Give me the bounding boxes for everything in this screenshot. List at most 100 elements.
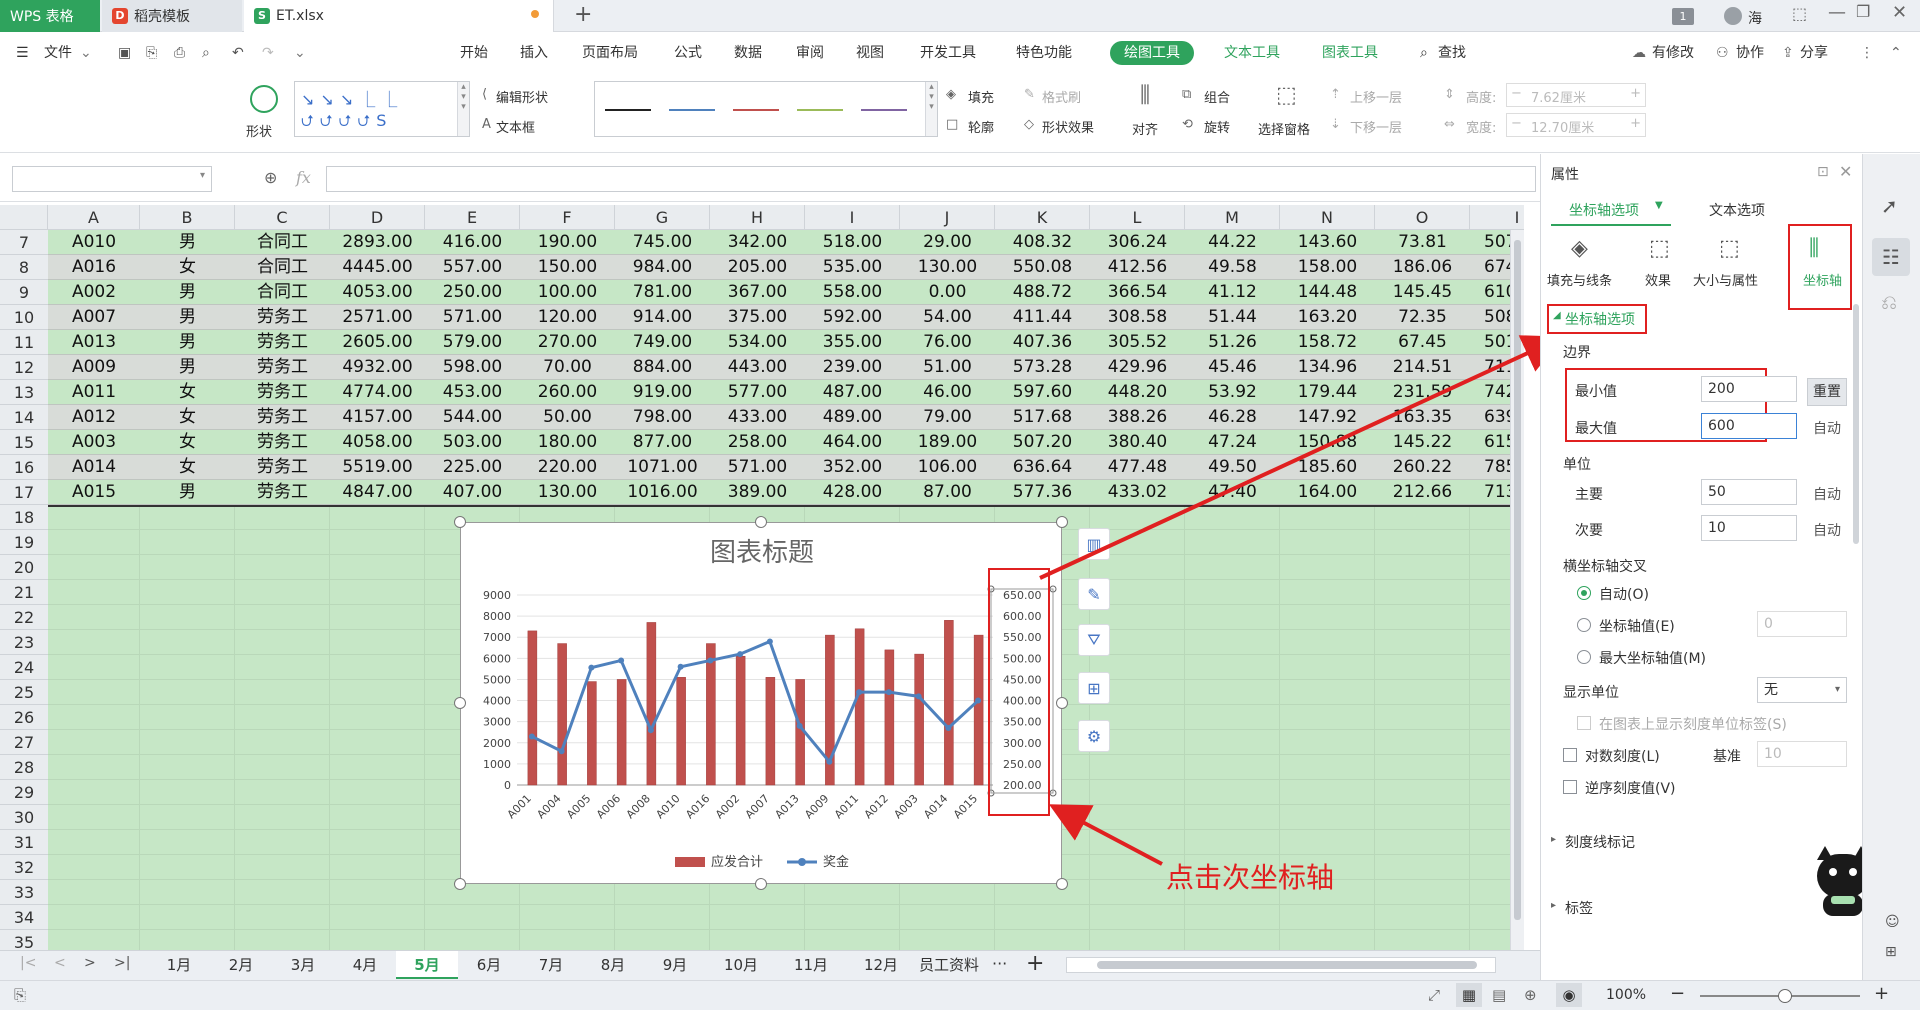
zoom-in-button[interactable]: + [1874, 983, 1889, 1004]
display-units-label: 显示单位 [1563, 685, 1619, 701]
chevron-down-icon: ▾ [1834, 684, 1840, 695]
log-scale-checkbox[interactable] [1563, 748, 1577, 762]
size-properties-icon[interactable]: ⬚ [1719, 236, 1740, 261]
sheet-tab[interactable]: 8月 [582, 951, 644, 979]
minor-auto[interactable]: 自动 [1813, 520, 1841, 540]
sheet-tab-bar: |< < > >| 1月 2月 3月 4月 5月 6月 7月 8月 9月 10月 11月 12月 员工资… [0, 950, 1540, 980]
min-input[interactable]: 200 [1701, 376, 1797, 402]
chevron-down-icon[interactable]: ▼ [1655, 200, 1663, 211]
fullscreen-icon[interactable]: ⤢ [1428, 986, 1440, 1004]
max-input[interactable]: 600 [1701, 413, 1797, 439]
eye-protection-icon[interactable]: ◉ [1556, 983, 1582, 1007]
prev-sheet-icon[interactable]: < [54, 955, 66, 971]
min-label: 最小值 [1575, 384, 1617, 400]
cross-auto-label[interactable]: 自动(O) [1599, 584, 1649, 604]
reverse-checkbox[interactable] [1563, 780, 1577, 794]
sheet-tab[interactable]: 1月 [148, 951, 210, 979]
cross-value-radio[interactable] [1577, 618, 1591, 632]
last-sheet-icon[interactable]: >| [114, 955, 130, 971]
log-scale-label[interactable]: 对数刻度(L) [1585, 746, 1660, 766]
reverse-label[interactable]: 逆序刻度值(V) [1585, 778, 1676, 798]
close-panel-icon[interactable]: ✕ [1839, 162, 1852, 181]
lock-icon[interactable]: ⊡ [1817, 164, 1829, 180]
bounds-label: 边界 [1563, 345, 1591, 361]
active-tab-underline [1551, 224, 1671, 226]
expand-icon[interactable]: ◢ [1553, 310, 1561, 321]
cross-value-label[interactable]: 坐标轴值(E) [1599, 616, 1675, 636]
properties-icon[interactable]: ☷ [1872, 238, 1910, 276]
show-units-label[interactable]: 在图表上显示刻度单位标签(S) [1599, 714, 1787, 734]
properties-panel: 属性 ⊡ ✕ 坐标轴选项 ▼ 文本选项 ◈ 填充与线条 ⬚ 效果 ⬚ 大小与属性… [1540, 154, 1869, 980]
tab-axis-options[interactable]: 坐标轴选项 [1569, 200, 1639, 220]
sheet-tab[interactable]: 员工资料 [916, 951, 982, 979]
axis-icon[interactable]: ⫼ [1809, 236, 1819, 261]
sheet-tab[interactable]: 6月 [458, 951, 520, 979]
zoom-slider-thumb[interactable] [1778, 989, 1792, 1003]
sheet-tab[interactable]: 9月 [644, 951, 706, 979]
cross-max-label[interactable]: 最大坐标轴值(M) [1599, 648, 1706, 668]
section-axis-options[interactable]: 坐标轴选项 [1565, 309, 1635, 329]
macro-icon[interactable]: ⎘ [14, 986, 26, 1004]
annotation-text: 点击次坐标轴 [1166, 861, 1335, 894]
sheet-tab[interactable]: 3月 [272, 951, 334, 979]
normal-view-icon[interactable]: ▦ [1456, 983, 1482, 1007]
tab-text-options[interactable]: 文本选项 [1709, 200, 1765, 220]
next-sheet-icon[interactable]: > [84, 955, 96, 971]
arrow-to-secondary-axis [1048, 804, 1163, 866]
display-units-select[interactable]: 无 ▾ [1757, 677, 1847, 703]
sheet-tab[interactable]: 12月 [846, 951, 916, 979]
cross-auto-radio[interactable] [1577, 586, 1591, 600]
sheet-tab[interactable]: 11月 [776, 951, 846, 979]
sheet-tab[interactable]: 4月 [334, 951, 396, 979]
reset-button[interactable]: 重置 [1807, 378, 1847, 406]
right-sidebar: ➚ ☷ ⎌ ☺ ⊞ [1862, 154, 1920, 980]
base-label: 基准 [1713, 749, 1741, 765]
horizontal-scrollbar[interactable] [1066, 957, 1496, 973]
first-sheet-icon[interactable]: |< [20, 955, 36, 971]
show-units-checkbox[interactable] [1577, 716, 1591, 730]
major-auto[interactable]: 自动 [1813, 484, 1841, 504]
apps-grid-icon[interactable]: ⊞ [1885, 944, 1897, 960]
cross-label: 横坐标轴交叉 [1563, 559, 1647, 575]
max-auto[interactable]: 自动 [1813, 418, 1841, 438]
sheet-tab[interactable]: 5月 [396, 951, 458, 979]
sheet-tab[interactable]: 2月 [210, 951, 272, 979]
cross-value-input[interactable]: 0 [1757, 611, 1847, 637]
collapse-icon[interactable]: ▸ [1551, 900, 1556, 911]
major-input[interactable]: 50 [1701, 479, 1797, 505]
effects-icon[interactable]: ⬚ [1649, 236, 1670, 261]
sheet-tab[interactable]: 10月 [706, 951, 776, 979]
display-units-value: 无 [1764, 682, 1778, 698]
panel-title[interactable]: 属性 [1551, 164, 1579, 184]
size-properties-label[interactable]: 大小与属性 [1693, 270, 1758, 289]
emoji-icon[interactable]: ☺ [1885, 914, 1900, 930]
units-label: 单位 [1563, 457, 1591, 473]
panel-scrollbar[interactable] [1853, 304, 1859, 544]
zoom-out-button[interactable]: − [1670, 983, 1685, 1004]
page-break-view-icon[interactable]: ▤ [1492, 986, 1506, 1004]
zoom-level[interactable]: 100% [1606, 987, 1646, 1003]
minor-label: 次要 [1575, 523, 1603, 539]
section-labels[interactable]: 标签 [1565, 898, 1593, 918]
section-tick-marks[interactable]: 刻度线标记 [1565, 832, 1635, 852]
select-cursor-icon[interactable]: ➚ [1881, 194, 1898, 218]
base-input[interactable]: 10 [1757, 741, 1847, 767]
cross-max-radio[interactable] [1577, 650, 1591, 664]
axis-tab-highlight [1788, 224, 1852, 310]
page-layout-view-icon[interactable]: ⊕ [1524, 986, 1537, 1004]
add-sheet-button[interactable]: + [1026, 951, 1044, 976]
axis-label[interactable]: 坐标轴 [1803, 270, 1842, 289]
fill-line-label[interactable]: 填充与线条 [1547, 270, 1612, 289]
effects-label[interactable]: 效果 [1645, 270, 1671, 289]
horizontal-scroll-thumb[interactable] [1097, 961, 1477, 969]
major-label: 主要 [1575, 487, 1603, 503]
sheet-tab[interactable]: 7月 [520, 951, 582, 979]
status-bar: ⎘ ⤢ ▦ ▤ ⊕ ◉ 100% − + [0, 980, 1920, 1010]
minor-input[interactable]: 10 [1701, 515, 1797, 541]
more-sheets-button[interactable]: ··· [992, 954, 1007, 973]
fill-line-icon[interactable]: ◈ [1571, 236, 1588, 261]
collapse-icon[interactable]: ▸ [1551, 834, 1556, 845]
sidebar-tool-icon[interactable]: ⎌ [1881, 290, 1897, 314]
max-label: 最大值 [1575, 421, 1617, 437]
arrow-to-axis-options [1039, 335, 1564, 580]
